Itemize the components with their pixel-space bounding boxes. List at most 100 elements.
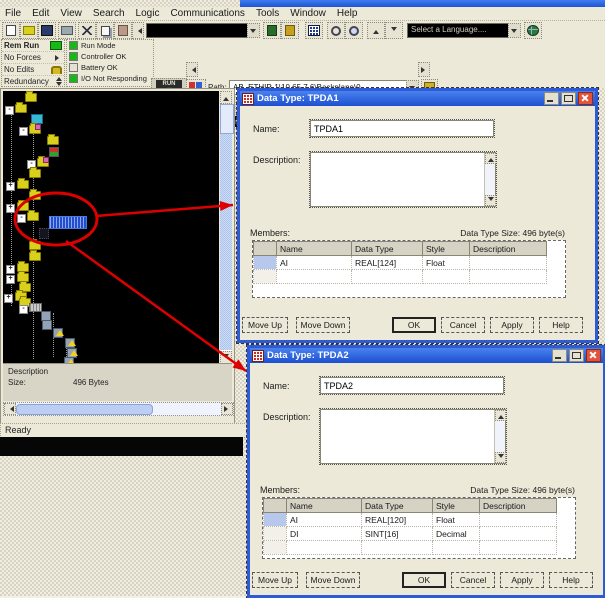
- tree-expander-plus-icon[interactable]: +: [6, 275, 15, 284]
- maximize-icon[interactable]: [561, 92, 576, 105]
- find-next-button[interactable]: [345, 22, 363, 39]
- scroll-up-icon[interactable]: [495, 410, 506, 421]
- member-cell[interactable]: REAL[124]: [352, 256, 423, 270]
- scroll-up-icon[interactable]: [485, 153, 496, 164]
- tree-item-folder-icon[interactable]: [25, 93, 37, 102]
- member-cell[interactable]: Float: [423, 256, 470, 270]
- tree-item-folder-icon[interactable]: [27, 212, 39, 221]
- language-combobox-arrow[interactable]: [508, 23, 521, 38]
- dialog-titlebar[interactable]: Data Type: TPDA1: [240, 91, 595, 106]
- move-down-button[interactable]: Move Down: [296, 317, 350, 333]
- tree-item-folder-pink-icon[interactable]: [29, 125, 41, 134]
- redundancy-indicator[interactable]: Redundancy: [2, 76, 64, 87]
- cancel-button[interactable]: Cancel: [441, 317, 485, 333]
- tree-item-folder-icon[interactable]: [47, 136, 59, 145]
- name-input[interactable]: [311, 121, 493, 136]
- member-cell[interactable]: SINT[16]: [362, 527, 433, 541]
- globe-icon[interactable]: [524, 22, 542, 39]
- menu-edit[interactable]: Edit: [32, 8, 49, 19]
- tree-item-folder-icon[interactable]: [29, 252, 41, 261]
- row-selector[interactable]: [264, 541, 287, 555]
- description-scrollbar[interactable]: [494, 410, 505, 463]
- member-cell[interactable]: AI: [287, 513, 362, 527]
- member-cell[interactable]: AI: [277, 256, 352, 270]
- member-cell[interactable]: [480, 527, 557, 541]
- name-input[interactable]: [321, 378, 503, 393]
- close-icon[interactable]: [578, 92, 593, 105]
- palette-scroll-left-button[interactable]: [186, 62, 198, 77]
- description-textarea[interactable]: [310, 152, 496, 207]
- edits-indicator[interactable]: No Edits: [2, 64, 64, 76]
- menu-view[interactable]: View: [60, 8, 82, 19]
- language-combobox[interactable]: Select a Language....: [407, 23, 509, 38]
- zoom-in-button[interactable]: [367, 22, 385, 39]
- tree-hscrollbar-thumb[interactable]: [16, 404, 153, 415]
- row-selector[interactable]: [264, 527, 287, 541]
- member-cell[interactable]: [362, 541, 433, 555]
- member-cell[interactable]: Float: [433, 513, 480, 527]
- verify-button[interactable]: [263, 22, 281, 39]
- menu-help[interactable]: Help: [337, 8, 358, 19]
- tree-item-ghost-icon[interactable]: [39, 228, 49, 239]
- zoom-out-button[interactable]: [385, 22, 403, 39]
- scroll-up-icon[interactable]: [220, 91, 232, 104]
- tree-item-folder-icon[interactable]: [15, 104, 27, 113]
- maximize-icon[interactable]: [569, 349, 584, 362]
- tree-item-folder-icon[interactable]: [29, 191, 41, 200]
- member-cell[interactable]: [277, 270, 352, 284]
- menu-communications[interactable]: Communications: [170, 8, 244, 19]
- browse-logic-button[interactable]: [305, 22, 323, 39]
- new-button[interactable]: [2, 22, 20, 39]
- menu-tools[interactable]: Tools: [256, 8, 279, 19]
- member-cell[interactable]: [470, 270, 547, 284]
- tree-expander-minus-icon[interactable]: -: [5, 106, 14, 115]
- copy-icon[interactable]: [96, 22, 114, 39]
- move-up-button[interactable]: Move Up: [252, 572, 298, 588]
- find-button[interactable]: [327, 22, 345, 39]
- menu-file[interactable]: File: [5, 8, 21, 19]
- palette-scroll-right-button[interactable]: [418, 62, 430, 77]
- cut-icon[interactable]: [78, 22, 96, 39]
- undo-button[interactable]: [132, 22, 144, 39]
- member-cell[interactable]: [287, 541, 362, 555]
- member-cell[interactable]: DI: [287, 527, 362, 541]
- row-selector[interactable]: [264, 513, 287, 527]
- scroll-down-icon[interactable]: [485, 195, 496, 206]
- element-combobox-arrow[interactable]: [247, 23, 260, 38]
- toggle-forces-button[interactable]: [281, 22, 299, 39]
- member-cell[interactable]: [433, 541, 480, 555]
- member-cell[interactable]: [480, 541, 557, 555]
- help-button[interactable]: Help: [539, 317, 583, 333]
- tree-item-folder-icon[interactable]: [29, 169, 41, 178]
- scroll-down-icon[interactable]: [495, 452, 506, 463]
- element-combobox[interactable]: [146, 23, 248, 38]
- tree-vertical-scrollbar[interactable]: [220, 91, 232, 363]
- tree-item-folder-icon[interactable]: [29, 241, 41, 250]
- tree-item-warn-icon[interactable]: [53, 328, 63, 338]
- tree-item-folder-pink-icon[interactable]: [37, 158, 49, 167]
- controller-organizer-tree[interactable]: ---++-+++-: [3, 91, 219, 363]
- member-cell[interactable]: [470, 256, 547, 270]
- controller-mode-indicator[interactable]: Rem Run: [2, 40, 64, 52]
- print-button[interactable]: [58, 22, 76, 39]
- ok-button[interactable]: OK: [402, 572, 446, 588]
- move-down-button[interactable]: Move Down: [306, 572, 360, 588]
- ok-button[interactable]: OK: [392, 317, 436, 333]
- row-selector[interactable]: [254, 256, 277, 270]
- menu-search[interactable]: Search: [93, 8, 125, 19]
- apply-button[interactable]: Apply: [490, 317, 534, 333]
- scroll-right-icon[interactable]: [221, 403, 233, 415]
- dialog-titlebar[interactable]: Data Type: TPDA2: [250, 348, 603, 363]
- apply-button[interactable]: Apply: [500, 572, 544, 588]
- tree-expander-plus-icon[interactable]: +: [6, 204, 15, 213]
- tree-expander-plus-icon[interactable]: +: [6, 265, 15, 274]
- tree-scrollbar-thumb[interactable]: [220, 104, 234, 134]
- save-button[interactable]: [38, 22, 56, 39]
- open-button[interactable]: [20, 22, 38, 39]
- tree-expander-minus-icon[interactable]: -: [19, 127, 28, 136]
- member-cell[interactable]: Decimal: [433, 527, 480, 541]
- close-icon[interactable]: [586, 349, 601, 362]
- description-textarea[interactable]: [320, 409, 506, 464]
- scroll-left-icon[interactable]: [4, 403, 16, 415]
- row-selector[interactable]: [254, 270, 277, 284]
